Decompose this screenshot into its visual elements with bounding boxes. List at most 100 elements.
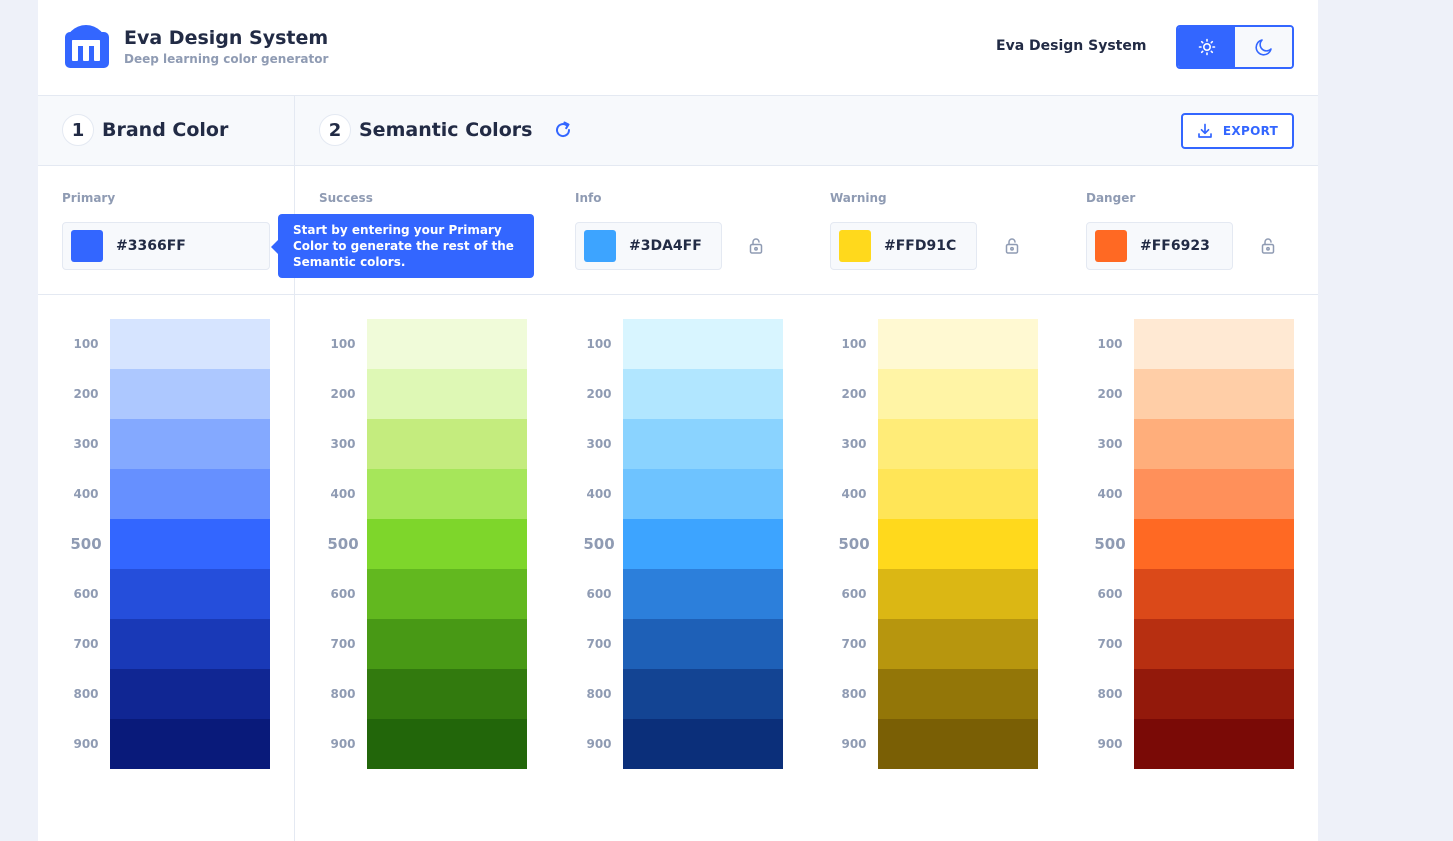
warning-shade-swatch[interactable] (878, 719, 1038, 769)
primary-swatch[interactable] (71, 230, 103, 262)
warning-shade-swatch[interactable] (878, 669, 1038, 719)
success-shade-swatch[interactable] (367, 369, 527, 419)
danger-shade-swatch[interactable] (1134, 619, 1294, 669)
lock-icon[interactable] (1003, 237, 1021, 255)
shade-row: 200 (1086, 369, 1294, 419)
primary-shade-swatch[interactable] (110, 319, 270, 369)
info-shade-swatch[interactable] (623, 719, 783, 769)
primary-shade-swatch[interactable] (110, 719, 270, 769)
danger-color-input[interactable]: #FF6923 (1086, 222, 1233, 270)
shade-label: 400 (330, 487, 356, 501)
header-link[interactable]: Eva Design System (996, 38, 1146, 54)
danger-shade-swatch[interactable] (1134, 569, 1294, 619)
danger-shade-swatch[interactable] (1134, 319, 1294, 369)
info-shade-swatch[interactable] (623, 619, 783, 669)
warning-color-input[interactable]: #FFD91C (830, 222, 977, 270)
shade-label: 100 (1097, 337, 1123, 351)
primary-shade-swatch[interactable] (110, 519, 270, 569)
shade-row: 200 (62, 369, 270, 419)
info-label: Info (575, 191, 602, 205)
primary-shade-swatch[interactable] (110, 469, 270, 519)
success-shade-swatch[interactable] (367, 519, 527, 569)
info-shade-swatch[interactable] (623, 669, 783, 719)
shade-label: 700 (1097, 637, 1123, 651)
moon-icon (1254, 39, 1272, 56)
warning-shade-swatch[interactable] (878, 319, 1038, 369)
primary-shade-swatch[interactable] (110, 619, 270, 669)
shade-label: 800 (1097, 687, 1123, 701)
primary-hex-value: #3366FF (116, 238, 186, 254)
color-inputs-row: Primary #3366FF Success Info #3DA4FF War… (38, 166, 1318, 295)
danger-shade-swatch[interactable] (1134, 669, 1294, 719)
primary-shade-swatch[interactable] (110, 669, 270, 719)
shade-row: 900 (830, 719, 1038, 769)
danger-hex-value: #FF6923 (1140, 238, 1210, 254)
warning-shade-swatch[interactable] (878, 469, 1038, 519)
shade-row: 400 (319, 469, 527, 519)
shade-label: 700 (73, 637, 99, 651)
info-swatch[interactable] (584, 230, 616, 262)
info-shade-swatch[interactable] (623, 569, 783, 619)
danger-shade-swatch[interactable] (1134, 719, 1294, 769)
success-shade-swatch[interactable] (367, 419, 527, 469)
shade-label: 100 (841, 337, 867, 351)
danger-swatch[interactable] (1095, 230, 1127, 262)
success-shade-swatch[interactable] (367, 469, 527, 519)
info-shade-swatch[interactable] (623, 369, 783, 419)
danger-shade-swatch[interactable] (1134, 469, 1294, 519)
danger-shade-swatch[interactable] (1134, 419, 1294, 469)
step-number: 1 (62, 114, 94, 146)
eva-logo-icon[interactable] (62, 22, 112, 70)
success-shade-swatch[interactable] (367, 669, 527, 719)
shade-label: 800 (73, 687, 99, 701)
shade-row: 500 (62, 519, 270, 569)
shade-label: 500 (1094, 535, 1126, 553)
success-shade-swatch[interactable] (367, 569, 527, 619)
shade-row: 300 (1086, 419, 1294, 469)
info-shade-swatch[interactable] (623, 319, 783, 369)
info-color-input[interactable]: #3DA4FF (575, 222, 722, 270)
danger-shade-swatch[interactable] (1134, 519, 1294, 569)
primary-shade-swatch[interactable] (110, 369, 270, 419)
shade-row: 300 (319, 419, 527, 469)
warning-shade-swatch[interactable] (878, 419, 1038, 469)
shade-label: 600 (73, 587, 99, 601)
shade-label: 800 (330, 687, 356, 701)
shade-label: 600 (1097, 587, 1123, 601)
shade-row: 600 (1086, 569, 1294, 619)
primary-color-input[interactable]: #3366FF (62, 222, 270, 270)
light-mode-button[interactable] (1178, 27, 1235, 67)
section-bar: 1 Brand Color 2 Semantic Colors EXPORT (38, 96, 1318, 166)
success-shade-swatch[interactable] (367, 719, 527, 769)
info-shade-swatch[interactable] (623, 419, 783, 469)
warning-shade-swatch[interactable] (878, 569, 1038, 619)
lock-icon[interactable] (747, 237, 765, 255)
info-shade-swatch[interactable] (623, 469, 783, 519)
success-shade-swatch[interactable] (367, 319, 527, 369)
refresh-icon[interactable] (552, 119, 574, 141)
primary-shade-swatch[interactable] (110, 569, 270, 619)
palette-primary: 100 200 300 400 500 600 700 800 900 (62, 319, 270, 769)
shade-row: 700 (830, 619, 1038, 669)
app-title: Eva Design System (124, 27, 329, 49)
danger-shade-swatch[interactable] (1134, 369, 1294, 419)
tooltip: Start by entering your Primary Color to … (271, 214, 534, 278)
dark-mode-button[interactable] (1235, 27, 1292, 67)
step-label: Brand Color (102, 119, 229, 141)
shade-label: 200 (586, 387, 612, 401)
lock-icon[interactable] (1259, 237, 1277, 255)
primary-shade-swatch[interactable] (110, 419, 270, 469)
shade-row: 900 (575, 719, 783, 769)
warning-shade-swatch[interactable] (878, 619, 1038, 669)
success-shade-swatch[interactable] (367, 619, 527, 669)
shade-row: 100 (575, 319, 783, 369)
warning-shade-swatch[interactable] (878, 519, 1038, 569)
warning-swatch[interactable] (839, 230, 871, 262)
shade-label: 400 (73, 487, 99, 501)
download-icon (1198, 123, 1212, 138)
warning-shade-swatch[interactable] (878, 369, 1038, 419)
export-button[interactable]: EXPORT (1181, 113, 1294, 149)
info-shade-swatch[interactable] (623, 519, 783, 569)
semantic-colors-step: 2 Semantic Colors (319, 114, 574, 146)
shade-row: 800 (830, 669, 1038, 719)
